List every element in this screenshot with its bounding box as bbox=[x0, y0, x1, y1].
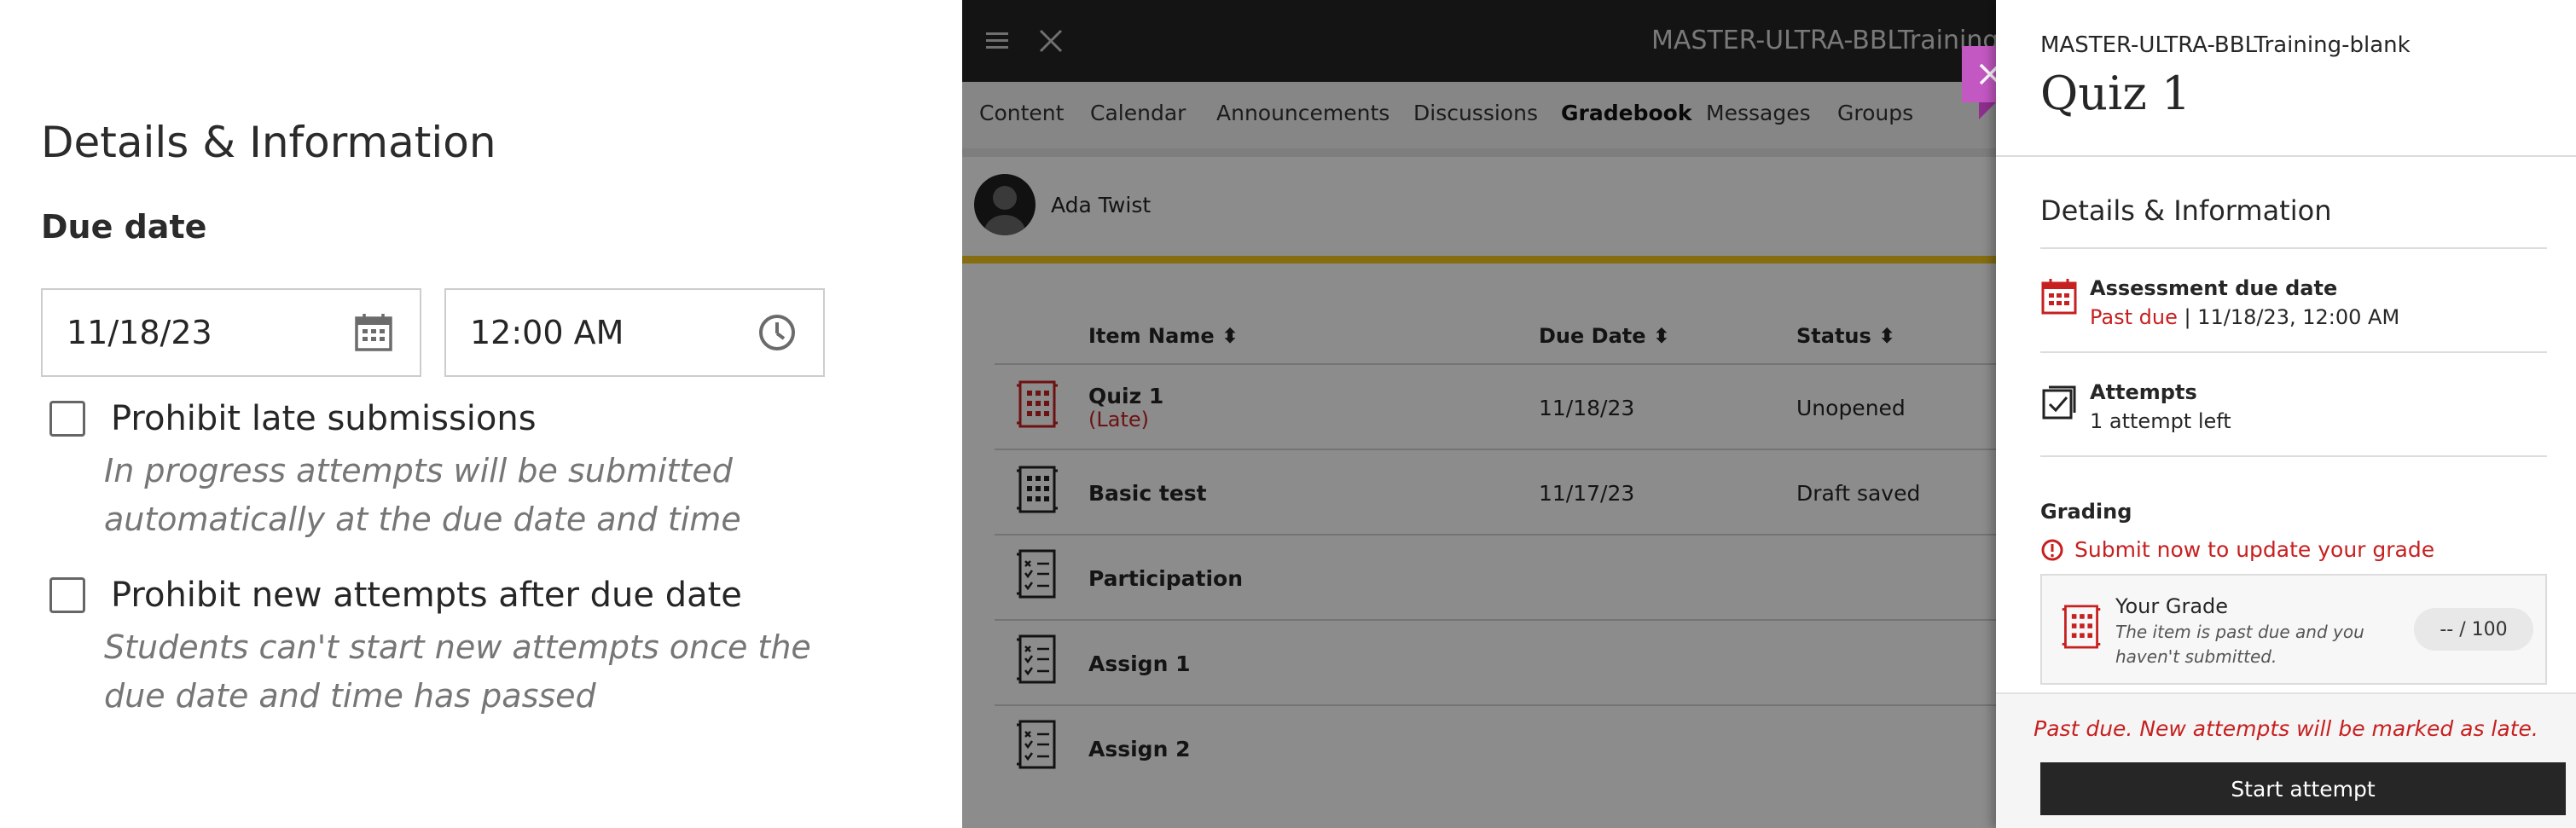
peek-title: Quiz 1 bbox=[2040, 67, 2191, 120]
peek-footer: Past due. New attempts will be marked as… bbox=[1996, 692, 2576, 828]
late-warning: Past due. New attempts will be marked as… bbox=[2034, 716, 2538, 741]
peek-section-title: Details & Information bbox=[2040, 194, 2332, 227]
due-date-input[interactable]: 11/18/23 bbox=[41, 288, 421, 377]
grading-alert-text: Submit now to update your grade bbox=[2074, 537, 2435, 562]
prohibit-new-hint: Students can't start new attempts once t… bbox=[104, 628, 811, 715]
past-due-label: Past due bbox=[2090, 305, 2178, 329]
attempts-icon bbox=[2040, 384, 2078, 425]
calendar-icon bbox=[2040, 278, 2078, 319]
section-title: Details & Information bbox=[41, 118, 496, 167]
due-date-settings-panel: Details & Information Due date 11/18/23 … bbox=[0, 0, 964, 828]
due-time-input[interactable]: 12:00 AM bbox=[444, 288, 825, 377]
due-date-value: Past due | 11/18/23, 12:00 AM bbox=[2090, 305, 2399, 329]
prohibit-new-row[interactable]: Prohibit new attempts after due date bbox=[49, 576, 742, 615]
close-tab-fold bbox=[1979, 102, 1996, 119]
due-datetime: 11/18/23, 12:00 AM bbox=[2197, 305, 2400, 329]
due-date-label: Assessment due date bbox=[2090, 276, 2338, 300]
attempts-value: 1 attempt left bbox=[2090, 409, 2231, 433]
test-icon bbox=[2059, 601, 2103, 656]
alert-icon bbox=[2041, 539, 2063, 560]
prohibit-late-row[interactable]: Prohibit late submissions bbox=[49, 399, 537, 438]
start-attempt-button[interactable]: Start attempt bbox=[2040, 762, 2566, 815]
calendar-icon[interactable] bbox=[348, 307, 399, 358]
clock-icon[interactable] bbox=[751, 307, 803, 358]
due-separator: | bbox=[2177, 305, 2198, 329]
prohibit-new-label: Prohibit new attempts after due date bbox=[111, 576, 742, 615]
grading-alert: Submit now to update your grade bbox=[2040, 537, 2434, 562]
prohibit-new-checkbox[interactable] bbox=[49, 577, 85, 613]
your-grade-card: Your Grade The item is past due and you … bbox=[2040, 574, 2547, 685]
grade-value-pill: -- / 100 bbox=[2414, 608, 2533, 651]
grading-title: Grading bbox=[2040, 500, 2132, 524]
your-grade-description: The item is past due and you haven't sub… bbox=[2115, 622, 2364, 667]
peek-course-name: MASTER-ULTRA-BBLTraining-blank bbox=[2040, 32, 2411, 58]
due-date-label: Due date bbox=[41, 208, 207, 246]
due-date-value: 11/18/23 bbox=[67, 314, 212, 351]
prohibit-late-checkbox[interactable] bbox=[49, 401, 85, 437]
your-grade-label: Your Grade bbox=[2115, 594, 2229, 618]
prohibit-late-label: Prohibit late submissions bbox=[111, 399, 537, 438]
assessment-peek-panel: MASTER-ULTRA-BBLTraining-blank Quiz 1 De… bbox=[1996, 0, 2576, 828]
prohibit-late-hint: In progress attempts will be submitted a… bbox=[104, 452, 741, 538]
due-time-value: 12:00 AM bbox=[470, 314, 624, 351]
attempts-label: Attempts bbox=[2090, 380, 2197, 404]
